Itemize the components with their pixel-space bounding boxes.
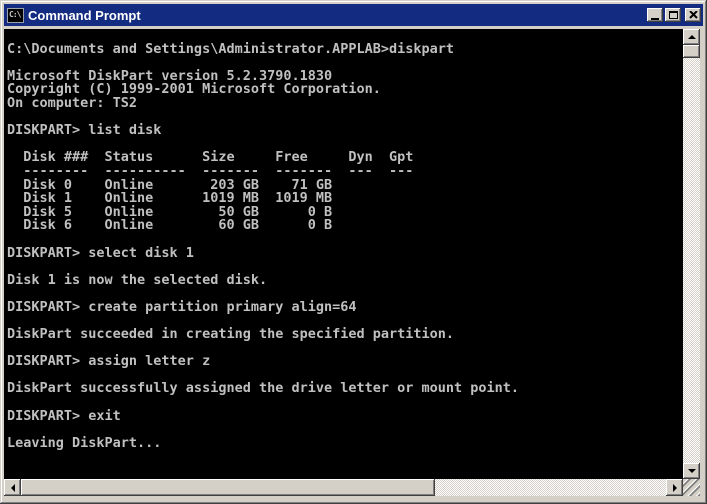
close-icon [688, 11, 698, 19]
right-arrow-icon [672, 483, 677, 492]
horizontal-scrollbar[interactable] [4, 479, 683, 496]
up-arrow-icon [687, 35, 696, 39]
down-arrow-icon [687, 469, 696, 473]
scroll-right-button[interactable] [666, 479, 683, 496]
left-arrow-icon [10, 483, 15, 492]
title-bar[interactable]: C:\ Command Prompt [4, 4, 703, 26]
vertical-scrollbar[interactable] [683, 29, 700, 479]
resize-grip[interactable] [683, 479, 700, 496]
maximize-button[interactable] [665, 8, 681, 22]
minimize-button[interactable] [647, 8, 663, 22]
scroll-down-button[interactable] [683, 463, 700, 479]
close-button[interactable] [685, 8, 701, 22]
command-prompt-window: C:\ Command Prompt C:\Documents and Sett… [0, 0, 707, 504]
cmd-icon-label: C:\ [9, 10, 21, 19]
window-title: Command Prompt [28, 7, 141, 23]
scroll-left-button[interactable] [4, 479, 21, 496]
window-controls [647, 8, 701, 22]
horizontal-scrollbar-thumb[interactable] [21, 479, 435, 496]
scroll-up-button[interactable] [683, 29, 700, 45]
console-area[interactable]: C:\Documents and Settings\Administrator.… [4, 29, 683, 479]
console-output: C:\Documents and Settings\Administrator.… [7, 40, 520, 451]
cmd-icon[interactable]: C:\ [7, 7, 24, 23]
maximize-icon [668, 11, 678, 19]
minimize-icon [651, 17, 659, 20]
vertical-scrollbar-thumb[interactable] [683, 45, 700, 58]
